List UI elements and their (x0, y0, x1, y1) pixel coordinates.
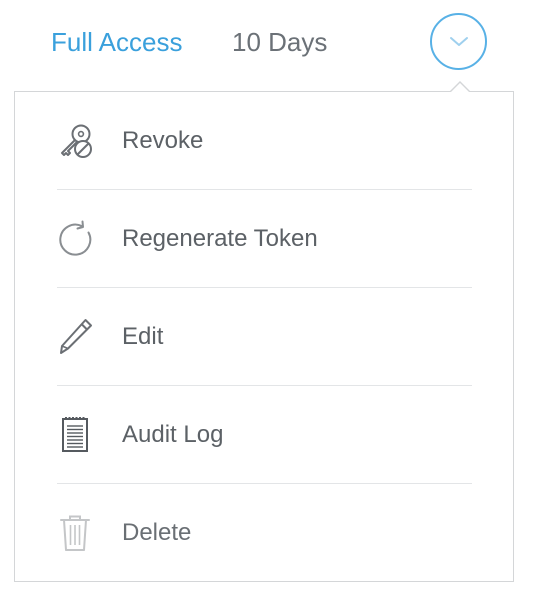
token-actions-widget: Full Access 10 Days Revoke Regenerate To… (0, 0, 546, 598)
menu-item-audit-log[interactable]: Audit Log (57, 386, 472, 484)
menu-item-regenerate-token[interactable]: Regenerate Token (57, 190, 472, 288)
notepad-icon (57, 415, 95, 455)
menu-item-delete[interactable]: Delete (57, 484, 472, 582)
key-revoke-icon (57, 121, 95, 161)
menu-item-edit[interactable]: Edit (57, 288, 472, 386)
actions-menu: Revoke Regenerate Token Edit Audit Log D… (14, 91, 514, 582)
menu-caret-fill (450, 83, 470, 93)
menu-toggle-button[interactable] (430, 13, 487, 70)
duration-label: 10 Days (232, 27, 328, 57)
pencil-icon (57, 317, 95, 357)
menu-item-revoke[interactable]: Revoke (57, 92, 472, 190)
trash-icon (57, 513, 95, 553)
menu-item-label: Audit Log (122, 421, 224, 448)
menu-item-label: Delete (122, 519, 192, 546)
menu-item-label: Revoke (122, 127, 204, 154)
menu-item-label: Regenerate Token (122, 225, 318, 252)
chevron-down-icon (449, 36, 468, 46)
access-level-label[interactable]: Full Access (51, 25, 183, 59)
menu-item-label: Edit (122, 323, 164, 350)
refresh-icon (57, 219, 95, 259)
